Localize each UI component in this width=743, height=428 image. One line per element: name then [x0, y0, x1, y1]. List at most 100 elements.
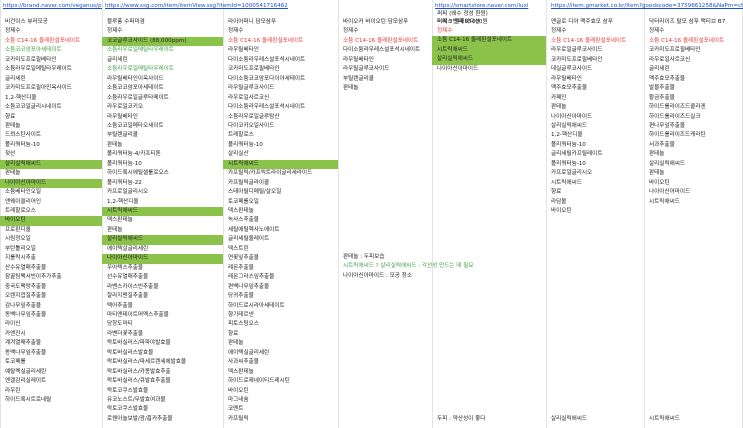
ingredient-cell[interactable]: 소듐 C14-16 올레핀설포네이트: [0, 37, 102, 46]
ingredient-cell[interactable]: 소듐라우로일글루탐산: [223, 113, 338, 122]
ingredient-cell[interactable]: 라우릴글루코사이드: [223, 84, 338, 93]
ingredient-cell[interactable]: 소듐코코암포아세테이트: [102, 84, 223, 93]
ingredient-cell[interactable]: 글리세린: [102, 56, 223, 65]
ingredient-cell[interactable]: 편나무잎추출물: [644, 122, 742, 131]
ingredient-cell[interactable]: 나이아신아마이드: [0, 178, 102, 189]
ingredient-cell[interactable]: 라우릴베타인이옥사이드: [102, 75, 223, 84]
ingredient-cell[interactable]: 라담볼: [546, 198, 644, 207]
ingredient-cell[interactable]: 하이드롤라이즈드실크: [644, 113, 742, 122]
ingredient-cell[interactable]: 폴리쿼터늄-4/카프티톤: [102, 150, 223, 159]
ingredient-cell[interactable]: 살리실릭애씨드: [546, 122, 644, 131]
ingredient-cell[interactable]: 판테놀: [223, 339, 338, 348]
ingredient-cell[interactable]: 하이드롤라이즈드케라틴: [644, 131, 742, 140]
ingredient-cell[interactable]: 정제수: [102, 27, 223, 36]
ingredient-cell[interactable]: 라우릴베타인: [223, 46, 338, 55]
ingredient-cell[interactable]: 코카미도프로필베타인: [644, 46, 742, 55]
ingredient-cell[interactable]: 락토바실러스발효물: [102, 349, 223, 358]
ingredient-cell[interactable]: 라우로일사르코신: [644, 56, 742, 65]
ingredient-cell[interactable]: 당귀추출물: [223, 292, 338, 301]
ingredient-cell[interactable]: 라우릴글루코사이드: [338, 65, 432, 74]
ingredient-cell[interactable]: 사과씨추출물: [223, 358, 338, 367]
ingredient-cell[interactable]: 판테놀: [546, 103, 644, 112]
ingredient-cell[interactable]: 폴리쿼터늄-10: [0, 141, 102, 150]
ingredient-cell[interactable]: 하이드록시에틸셀룰로오스: [102, 169, 223, 178]
ingredient-cell[interactable]: 시트릭애씨드: [644, 198, 742, 207]
ingredient-cell[interactable]: 동백나무잎추출물: [0, 311, 102, 320]
ingredient-cell[interactable]: 향료: [546, 188, 644, 197]
ingredient-cell[interactable]: 덱스판테놀: [223, 207, 338, 216]
ingredient-cell[interactable]: 덱스판테놀: [102, 216, 223, 225]
ingredient-cell[interactable]: 카프릴릭글라이콜: [223, 179, 338, 188]
ingredient-cell[interactable]: 정제수: [338, 27, 432, 36]
ingredient-cell[interactable]: 폴리쿼터늄-22: [102, 179, 223, 188]
ingredient-cell[interactable]: 시트릭애씨드: [432, 45, 546, 56]
ingredient-cell[interactable]: 시트릭애씨드: [223, 159, 338, 170]
ingredient-cell[interactable]: 텍어추출물: [102, 302, 223, 311]
ingredient-cell[interactable]: 다이소듐코코암포다이아세테이트: [223, 75, 338, 84]
ingredient-cell[interactable]: 트레할로스: [223, 131, 338, 140]
ingredient-cell[interactable]: 하이드록시트로네랄: [0, 396, 102, 405]
ingredient-cell[interactable]: 라우릴베타인: [102, 113, 223, 122]
ingredient-cell[interactable]: 코카미도프로필베타인: [223, 65, 338, 74]
ingredient-cell[interactable]: 다이소듐라우레스설포석시네이트: [223, 56, 338, 65]
ingredient-cell[interactable]: 드뢰스탄사이트: [0, 131, 102, 140]
ingredient-cell[interactable]: 피토스팅오스: [223, 320, 338, 329]
ingredient-cell[interactable]: 시트릭애씨드: [546, 179, 644, 188]
ingredient-cell[interactable]: 락토바실러스/파세르렌세에발효물: [102, 358, 223, 367]
ingredient-cell[interactable]: 라우로일코키오: [102, 103, 223, 112]
ingredient-cell[interactable]: [432, 84, 546, 93]
ingredient-cell[interactable]: 토코페롤오일: [223, 198, 338, 207]
ingredient-cell[interactable]: 소듐코코일글리시네이트: [0, 103, 102, 112]
ingredient-cell[interactable]: 락토바실러스/큐발효추출물: [102, 377, 223, 386]
ingredient-cell[interactable]: 소듐 C14-16 올레핀설포네이트: [644, 37, 742, 46]
ingredient-cell[interactable]: 바이오틴: [223, 387, 338, 396]
ingredient-cell[interactable]: 예탈렉실글리세린: [0, 368, 102, 377]
ingredient-cell[interactable]: 판테놀: [644, 169, 742, 178]
ingredient-cell[interactable]: 토코페롤: [0, 358, 102, 367]
ingredient-cell[interactable]: 트레할로오스: [0, 207, 102, 216]
ingredient-cell[interactable]: 향기테르넨: [223, 311, 338, 320]
ingredient-cell[interactable]: 글리세린: [0, 75, 102, 84]
ingredient-cell[interactable]: 나이아신아마이드: [546, 113, 644, 122]
ingredient-cell[interactable]: 마그네슘: [223, 396, 338, 405]
ingredient-cell[interactable]: 하이드롤라이즈드콜라겐: [644, 103, 742, 112]
ingredient-cell[interactable]: 1,2-헥산디올: [0, 94, 102, 103]
ingredient-cell[interactable]: 오렌지껍질추출물: [0, 292, 102, 301]
ingredient-cell[interactable]: 판테놀: [0, 169, 102, 178]
ingredient-cell[interactable]: 동백나무잎추출물: [0, 349, 102, 358]
ingredient-cell[interactable]: 코멘트: [223, 405, 338, 414]
ingredient-cell[interactable]: 소듐코코암포아세테이트: [0, 46, 102, 55]
ingredient-cell[interactable]: 맥주효모추출물: [644, 75, 742, 84]
ingredient-cell[interactable]: 글리세린: [644, 65, 742, 74]
ingredient-cell[interactable]: 감나무잎추출물: [0, 302, 102, 311]
ingredient-cell[interactable]: 부틸렌글리콜: [102, 131, 223, 140]
ingredient-cell[interactable]: 당창도마티: [102, 320, 223, 329]
ingredient-cell[interactable]: 유코노스트/무발효여과물: [102, 396, 223, 405]
ingredient-cell[interactable]: 살리실릭애씨드: [432, 55, 546, 65]
ingredient-cell[interactable]: 살리실산: [223, 150, 338, 159]
ingredient-cell[interactable]: 바이오틴: [546, 207, 644, 216]
ingredient-cell[interactable]: 다이소듐라우레스설포석시네이트: [223, 103, 338, 112]
ingredient-cell[interactable]: 프로판디올: [0, 226, 102, 235]
ingredient-cell[interactable]: 다이코카오일사이드: [223, 122, 338, 131]
ingredient-cell[interactable]: 바이오틴: [644, 179, 742, 188]
ingredient-cell[interactable]: 시트릭애씨드: [102, 207, 223, 217]
ingredient-cell[interactable]: 부틸렌글리콜: [338, 75, 432, 84]
ingredient-cell[interactable]: 맥주효모추출물: [546, 84, 644, 93]
ingredient-cell[interactable]: 판테놀: [0, 122, 102, 131]
ingredient-cell[interactable]: 정제수: [0, 27, 102, 36]
ingredient-cell[interactable]: 잘라지맨질추출물: [102, 292, 223, 301]
ingredient-cell[interactable]: 카엔진시: [0, 330, 102, 339]
ingredient-cell[interactable]: 라우로일글루코사이드: [546, 46, 644, 55]
ingredient-cell[interactable]: 판테놀: [338, 84, 432, 93]
ingredient-cell[interactable]: 락토바실러스/파파야발효물: [102, 339, 223, 348]
ingredient-cell[interactable]: 다이소듐라우레스설포석시네이트: [338, 46, 432, 55]
ingredient-cell[interactable]: 소듐 C14-16 올레핀설포네이트: [223, 37, 338, 46]
ingredient-cell[interactable]: 소듐 C14-16 올레핀설포네이트: [338, 37, 432, 46]
ingredient-cell[interactable]: 락토코쿠스발효물: [102, 405, 223, 414]
ingredient-cell[interactable]: 정제수: [223, 27, 338, 36]
ingredient-cell[interactable]: 라우릴베타인: [546, 75, 644, 84]
ingredient-cell[interactable]: 소듐베타인오일: [0, 188, 102, 197]
ingredient-cell[interactable]: 소듐코코일메타오세이트: [102, 122, 223, 131]
ingredient-cell[interactable]: 향료: [223, 330, 338, 339]
